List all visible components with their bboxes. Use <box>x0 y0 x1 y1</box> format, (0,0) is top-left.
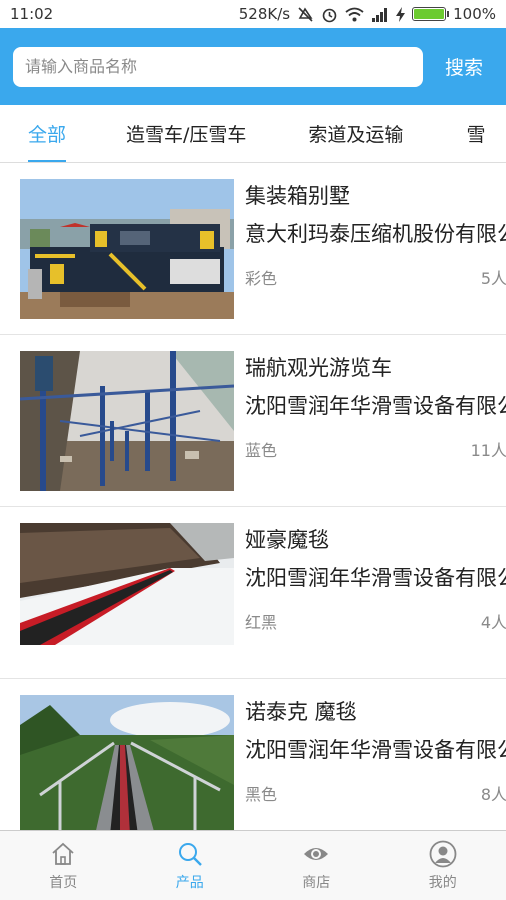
tabbar-home[interactable]: 首页 <box>0 831 127 900</box>
product-title: 集装箱别墅 <box>245 184 350 208</box>
product-views: 8人浏览 <box>480 785 506 804</box>
battery-percent: 100% <box>453 5 496 23</box>
product-item[interactable]: 诺泰克 魔毯 沈阳雪润年华滑雪设备有限公司 黑色 8人浏览 <box>0 679 506 830</box>
tab-all[interactable]: 全部 <box>28 105 67 162</box>
alarm-icon <box>322 8 337 22</box>
product-image <box>20 523 234 645</box>
product-item[interactable]: 娅豪魔毯 沈阳雪润年华滑雪设备有限公司 红黑 4人浏览 <box>0 507 506 679</box>
tabbar-products-label: 产品 <box>175 874 204 891</box>
tabbar-store-label: 商店 <box>302 874 331 891</box>
battery-level <box>414 9 445 19</box>
product-list: 集装箱别墅 意大利玛泰压缩机股份有限公司 彩色 5人浏览 <box>0 163 506 830</box>
product-company: 沈阳雪润年华滑雪设备有限公司 <box>245 738 506 762</box>
product-color: 黑色 <box>245 785 278 804</box>
product-views: 5人浏览 <box>480 269 506 288</box>
tabbar-mine-label: 我的 <box>428 874 457 891</box>
search-icon <box>178 842 202 866</box>
status-time: 11:02 <box>10 5 54 23</box>
user-icon <box>429 840 457 867</box>
product-views: 11人浏览 <box>470 441 506 460</box>
eye-icon <box>304 847 329 860</box>
tabbar-store[interactable]: 商店 <box>253 831 380 900</box>
product-item[interactable]: 集装箱别墅 意大利玛泰压缩机股份有限公司 彩色 5人浏览 <box>0 163 506 335</box>
tab-snow[interactable]: 雪 <box>466 105 485 162</box>
product-item[interactable]: 瑞航观光游览车 沈阳雪润年华滑雪设备有限公司 蓝色 11人浏览 <box>0 335 506 507</box>
mute-icon <box>298 6 313 22</box>
tab-snow-vehicles[interactable]: 造雪车/压雪车 <box>126 105 246 162</box>
tabbar-home-label: 首页 <box>49 874 78 891</box>
battery-icon <box>412 7 450 21</box>
product-image <box>20 179 234 319</box>
search-input[interactable] <box>25 57 411 76</box>
tabbar-products[interactable]: 产品 <box>127 831 254 900</box>
product-title: 娅豪魔毯 <box>245 528 329 552</box>
product-company: 沈阳雪润年华滑雪设备有限公司 <box>245 566 506 590</box>
product-color: 蓝色 <box>245 441 278 460</box>
category-tabs: 全部 造雪车/压雪车 索道及运输 雪 <box>0 105 506 163</box>
product-title: 诺泰克 魔毯 <box>245 700 357 724</box>
home-icon <box>52 842 74 865</box>
product-company: 沈阳雪润年华滑雪设备有限公司 <box>245 394 506 418</box>
status-bar: 11:02 528K/s 100% <box>0 0 506 28</box>
network-speed: 528K/s <box>238 5 291 23</box>
product-color: 彩色 <box>245 269 278 288</box>
tabbar-mine[interactable]: 我的 <box>380 831 506 900</box>
tab-ropeway[interactable]: 索道及运输 <box>308 105 403 162</box>
product-image <box>20 695 234 830</box>
product-image <box>20 351 234 491</box>
bottom-tabbar: 首页 产品 商店 我的 <box>0 830 506 900</box>
product-title: 瑞航观光游览车 <box>245 356 392 380</box>
product-company: 意大利玛泰压缩机股份有限公司 <box>245 222 506 246</box>
wifi-icon <box>345 7 364 21</box>
search-box[interactable] <box>13 46 423 87</box>
product-views: 4人浏览 <box>480 613 506 632</box>
header: 搜索 <box>0 28 506 105</box>
signal-icon <box>372 7 388 22</box>
product-color: 红黑 <box>245 613 278 632</box>
search-button[interactable]: 搜索 <box>445 53 483 80</box>
charging-icon <box>396 6 406 22</box>
